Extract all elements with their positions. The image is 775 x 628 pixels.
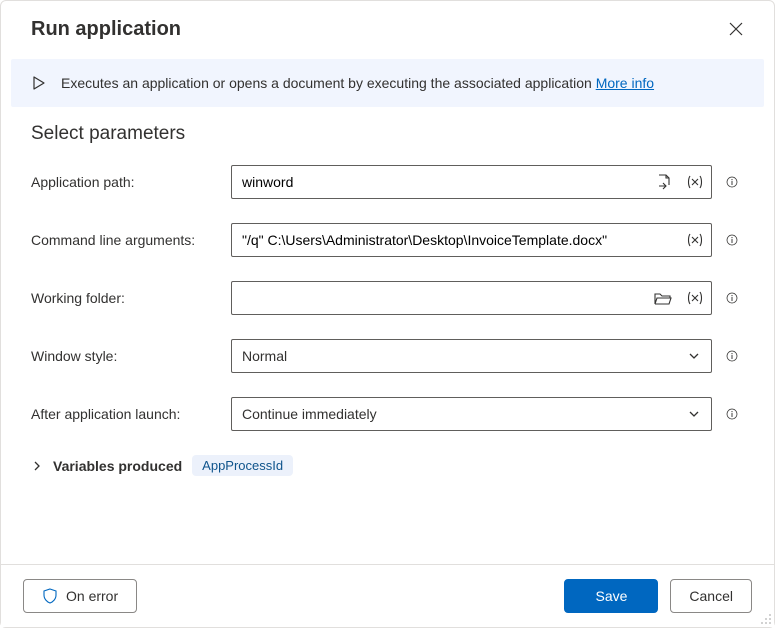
row-application-path: Application path:	[31, 165, 744, 199]
cancel-button[interactable]: Cancel	[670, 579, 752, 613]
info-banner-text: Executes an application or opens a docum…	[61, 75, 654, 91]
help-command-line-arguments[interactable]	[720, 228, 744, 252]
chevron-down-icon	[687, 349, 701, 363]
label-after-application-launch: After application launch:	[31, 406, 223, 422]
row-window-style: Window style: Normal	[31, 339, 744, 373]
folder-open-icon	[653, 289, 673, 307]
play-outline-icon	[31, 75, 47, 91]
variable-icon	[685, 173, 705, 191]
help-after-application-launch[interactable]	[720, 402, 744, 426]
label-working-folder: Working folder:	[31, 290, 223, 306]
file-picker-button[interactable]	[649, 166, 679, 198]
field-working-folder	[231, 281, 712, 315]
variable-chip[interactable]: AppProcessId	[192, 455, 293, 476]
select-value: Continue immediately	[242, 406, 687, 422]
variable-picker-button[interactable]	[679, 224, 711, 256]
save-button[interactable]: Save	[564, 579, 658, 613]
variable-picker-button[interactable]	[679, 166, 711, 198]
info-icon	[726, 347, 738, 365]
label-window-style: Window style:	[31, 348, 223, 364]
parameters-section: Select parameters Application path: Comm…	[1, 123, 774, 431]
field-application-path	[231, 165, 712, 199]
select-value: Normal	[242, 348, 687, 364]
variable-icon	[685, 231, 705, 249]
help-window-style[interactable]	[720, 344, 744, 368]
info-icon	[726, 173, 738, 191]
variables-produced-label: Variables produced	[53, 458, 182, 474]
row-command-line-arguments: Command line arguments:	[31, 223, 744, 257]
help-working-folder[interactable]	[720, 286, 744, 310]
resize-grip-icon[interactable]	[760, 613, 772, 625]
section-title: Select parameters	[31, 123, 744, 145]
close-button[interactable]	[722, 15, 750, 43]
info-banner: Executes an application or opens a docum…	[11, 59, 764, 107]
input-working-folder[interactable]	[232, 282, 647, 314]
info-icon	[726, 231, 738, 249]
row-after-application-launch: After application launch: Continue immed…	[31, 397, 744, 431]
on-error-button[interactable]: On error	[23, 579, 137, 613]
chevron-right-icon	[31, 460, 43, 472]
select-after-application-launch[interactable]: Continue immediately	[231, 397, 712, 431]
more-info-link[interactable]: More info	[596, 75, 654, 91]
dialog-header: Run application	[1, 1, 774, 53]
shield-icon	[42, 588, 58, 604]
info-icon	[726, 405, 738, 423]
input-command-line-arguments[interactable]	[232, 224, 679, 256]
input-application-path[interactable]	[232, 166, 649, 198]
field-command-line-arguments	[231, 223, 712, 257]
label-command-line-arguments: Command line arguments:	[31, 232, 223, 248]
close-icon	[728, 21, 744, 37]
dialog-footer: On error Save Cancel	[1, 564, 774, 627]
select-window-style[interactable]: Normal	[231, 339, 712, 373]
info-icon	[726, 289, 738, 307]
dialog-title: Run application	[31, 18, 181, 41]
help-application-path[interactable]	[720, 170, 744, 194]
folder-picker-button[interactable]	[647, 282, 679, 314]
variables-produced-row[interactable]: Variables produced AppProcessId	[1, 455, 774, 476]
file-arrow-icon	[655, 173, 673, 191]
label-application-path: Application path:	[31, 174, 223, 190]
chevron-down-icon	[687, 407, 701, 421]
variable-picker-button[interactable]	[679, 282, 711, 314]
variable-icon	[685, 289, 705, 307]
row-working-folder: Working folder:	[31, 281, 744, 315]
